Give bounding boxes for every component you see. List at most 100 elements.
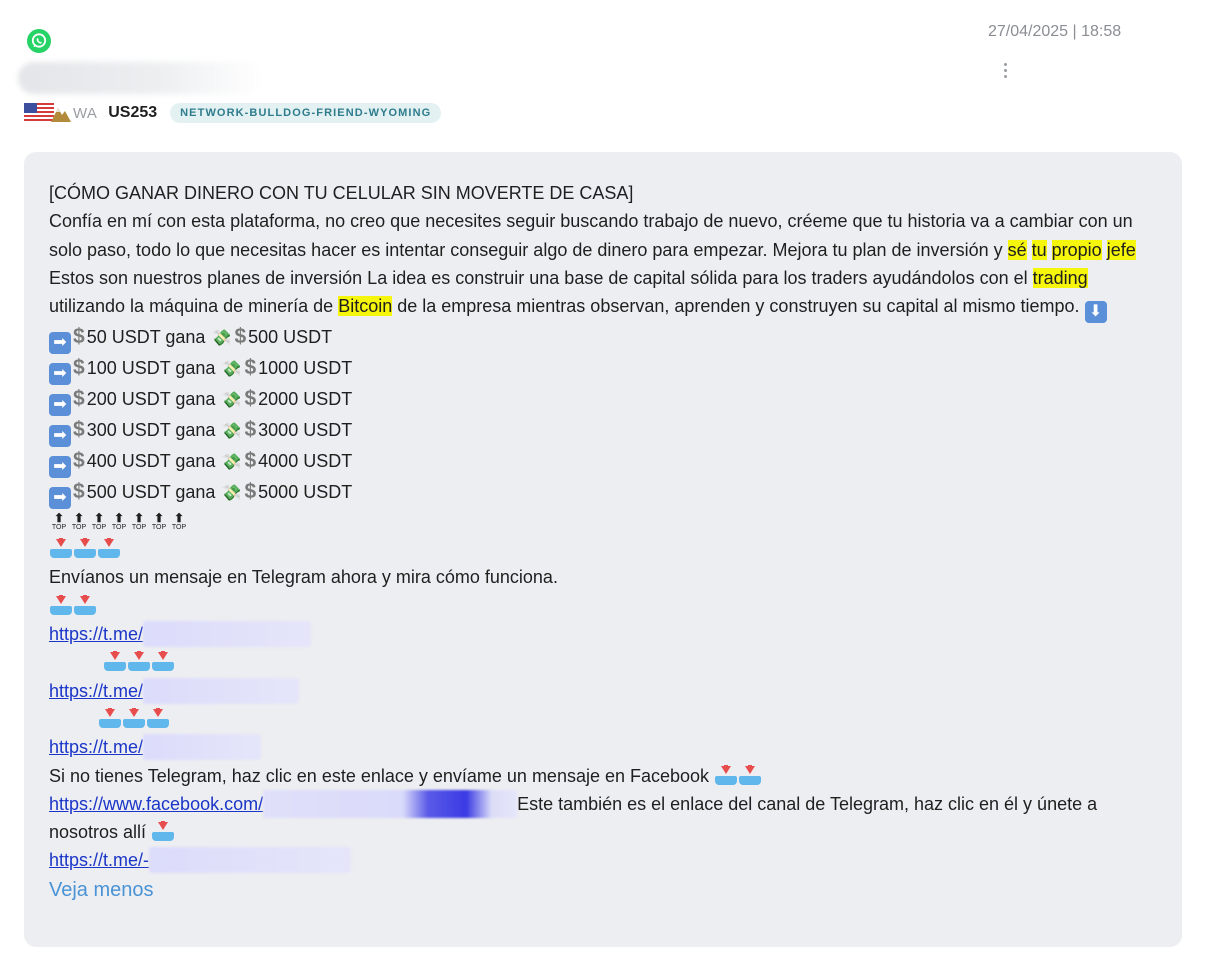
facebook-line-text: Si no tienes Telegram, haz clic en este … [49, 765, 710, 786]
plan-row: ➡ $300 USDT gana 💸 $3000 USDT [49, 416, 1149, 448]
facebook-link[interactable]: https://www.facebook.com/ [49, 794, 263, 814]
highlighted-word: propio [1051, 239, 1102, 260]
top-arrow-icon: ⬆ TOP [51, 511, 67, 532]
plan-from: 200 USDT gana [86, 389, 216, 410]
redacted-link-suffix [143, 734, 262, 761]
mountain-icon [51, 108, 71, 122]
telegram-line: Envíanos un mensaje en Telegram ahora y … [49, 567, 558, 588]
dollar-icon: $ [73, 356, 85, 380]
dollar-icon: $ [244, 387, 257, 411]
sender-info-row: WA US253 NETWORK-BULLDOG-FRIEND-WYOMING [24, 100, 442, 126]
message-title: [CÓMO GANAR DINERO CON TU CELULAR SIN MO… [49, 183, 634, 203]
top-arrow-icon: ⬆ TOP [71, 511, 87, 532]
right-arrow-icon: ➡ [49, 456, 71, 479]
highlighted-word: sé [1007, 239, 1027, 260]
state-abbreviation: WA [73, 104, 98, 122]
inbox-icons-row [49, 592, 1149, 620]
inbox-tray-icon [98, 707, 122, 729]
top-arrow-icon: ⬆ TOP [151, 511, 167, 532]
inbox-tray-icon [151, 651, 175, 672]
plan-to: 5000 USDT [258, 482, 353, 503]
dollar-icon: $ [73, 387, 85, 411]
facebook-line: Si no tienes Telegram, haz clic en este … [49, 762, 1149, 790]
inbox-icons-row [49, 648, 1149, 676]
redacted-sender-name [18, 62, 264, 94]
more-options-icon[interactable] [995, 60, 1015, 84]
plan-row: ➡ $200 USDT gana 💸 $2000 USDT [49, 385, 1149, 417]
top-arrow-icon: ⬆ TOP [171, 511, 187, 532]
right-arrow-icon: ➡ [49, 425, 71, 448]
inbox-tray-icon [122, 707, 146, 729]
whatsapp-icon [27, 29, 51, 53]
inbox-tray-icon [73, 538, 97, 559]
money-with-wings-icon: 💸 [221, 361, 242, 379]
inbox-icons-row [49, 535, 1149, 563]
redacted-link-suffix [149, 847, 352, 874]
dollar-icon: $ [244, 449, 257, 473]
dollar-icon: $ [73, 325, 85, 349]
inbox-tray-icon [73, 594, 97, 616]
sender-code: US253 [108, 104, 158, 121]
telegram-link[interactable]: https://t.me/ [49, 624, 143, 644]
plan-to: 4000 USDT [258, 451, 353, 472]
dollar-icon: $ [73, 449, 85, 473]
link-row: https://t.me/- [49, 846, 1149, 874]
paragraph-text: Confía en mí con esta plataforma, no cre… [49, 211, 1133, 260]
plan-from: 100 USDT gana [86, 358, 216, 379]
message-timestamp: 27/04/2025 | 18:58 [988, 23, 1122, 40]
dollar-icon: $ [234, 325, 247, 349]
top-arrow-icon: ⬆ TOP [111, 511, 127, 532]
top-arrow-icon: ⬆ TOP [91, 511, 107, 532]
inbox-tray-icon [103, 651, 127, 672]
dollar-icon: $ [73, 480, 85, 504]
top-icons-row: ⬆ TOP ⬆ TOP ⬆ TOP ⬆ TOP ⬆ TOP ⬆ TOP ⬆ TOP [49, 509, 1149, 535]
money-with-wings-icon: 💸 [221, 454, 242, 472]
top-arrow-icon: ⬆ TOP [131, 511, 147, 532]
plan-to: 3000 USDT [258, 420, 353, 441]
right-arrow-icon: ➡ [49, 394, 71, 417]
plan-from: 400 USDT gana [86, 451, 216, 472]
message-paragraph: Confía en mí con esta plataforma, no cre… [49, 207, 1149, 324]
money-with-wings-icon: 💸 [211, 330, 232, 348]
money-with-wings-icon: 💸 [221, 392, 242, 410]
dollar-icon: $ [244, 356, 257, 380]
dollar-icon: $ [73, 418, 85, 442]
telegram-link[interactable]: https://t.me/- [49, 850, 149, 870]
highlighted-word: trading [1032, 267, 1088, 288]
plan-to: 1000 USDT [258, 358, 353, 379]
facebook-link-row: https://www.facebook.com/Este también es… [49, 789, 1149, 847]
dollar-icon: $ [244, 480, 257, 504]
plan-row: ➡ $50 USDT gana 💸 $500 USDT [49, 323, 1149, 355]
redacted-link-suffix [263, 789, 518, 818]
highlighted-word: jefe [1106, 239, 1136, 260]
right-arrow-icon: ➡ [49, 487, 71, 510]
highlighted-word: Bitcoin [338, 296, 393, 317]
right-arrow-icon: ➡ [49, 332, 71, 355]
telegram-link[interactable]: https://t.me/ [49, 681, 143, 701]
inbox-icons-row [49, 705, 1149, 733]
link-row: https://t.me/ [49, 620, 1149, 648]
plan-row: ➡ $400 USDT gana 💸 $4000 USDT [49, 447, 1149, 479]
down-arrow-icon: ⬇ [1084, 301, 1107, 324]
plan-to: 500 USDT [248, 327, 333, 348]
link-row: https://t.me/ [49, 677, 1149, 705]
inbox-tray-icon [738, 764, 762, 786]
redacted-link-suffix [143, 677, 300, 704]
message-body: [CÓMO GANAR DINERO CON TU CELULAR SIN MO… [49, 179, 1149, 904]
plan-row: ➡ $500 USDT gana 💸 $5000 USDT [49, 478, 1149, 510]
redacted-link-suffix [143, 621, 312, 648]
paragraph-text: utilizando la máquina de minería de [49, 296, 339, 317]
plan-from: 500 USDT gana [86, 482, 216, 503]
telegram-link[interactable]: https://t.me/ [49, 737, 143, 757]
inbox-tray-icon [714, 764, 738, 786]
network-tag[interactable]: NETWORK-BULLDOG-FRIEND-WYOMING [170, 103, 442, 123]
inbox-tray-icon [151, 821, 175, 842]
see-less-row: Veja menos [49, 876, 1149, 904]
link-row: https://t.me/ [49, 733, 1149, 761]
plan-from: 300 USDT gana [86, 420, 216, 441]
money-with-wings-icon: 💸 [221, 423, 242, 441]
right-arrow-icon: ➡ [49, 363, 71, 386]
inbox-tray-icon [127, 651, 151, 672]
see-less-link[interactable]: Veja menos [49, 879, 154, 901]
plan-from: 50 USDT gana [86, 327, 206, 348]
